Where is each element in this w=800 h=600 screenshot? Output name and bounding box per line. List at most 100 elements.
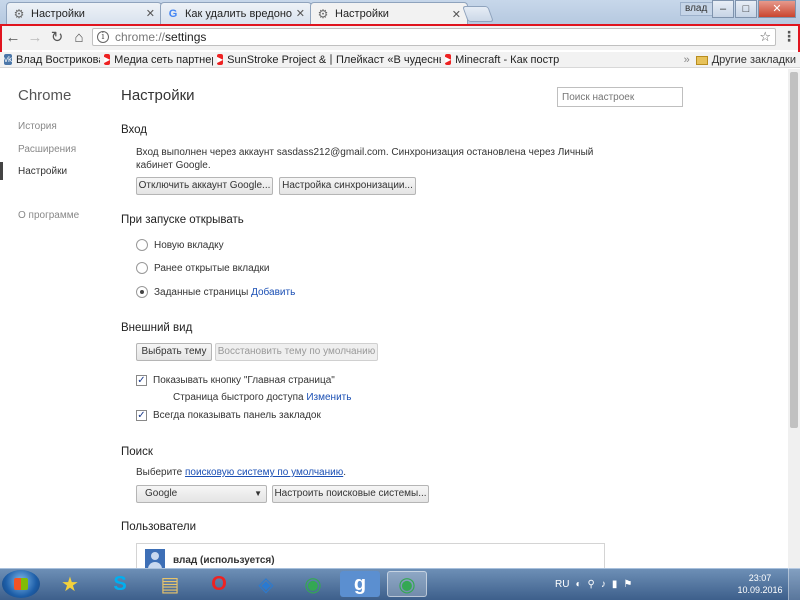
add-pages-link[interactable]: Добавить bbox=[251, 287, 295, 298]
choose-theme-button[interactable]: Выбрать тему bbox=[136, 343, 212, 361]
change-home-link[interactable]: Изменить bbox=[306, 392, 351, 403]
bookmark-item[interactable]: ▶ Minecraft - Как постр bbox=[441, 54, 559, 66]
vk-icon: vk bbox=[4, 54, 12, 65]
signin-text: Вход выполнен через аккаунт sasdass212@g… bbox=[136, 147, 594, 171]
current-user-label[interactable]: влад (используется) bbox=[173, 554, 275, 567]
opera-icon[interactable]: O bbox=[199, 571, 239, 597]
star-app-icon[interactable]: ★ bbox=[50, 571, 90, 597]
radio-specific-pages-label: Заданные страницы bbox=[154, 287, 249, 298]
radio-new-tab[interactable] bbox=[136, 239, 148, 251]
sidebar-item-extensions[interactable]: Расширения bbox=[18, 144, 76, 155]
tab-label: Настройки bbox=[31, 7, 85, 20]
skype-icon[interactable]: S bbox=[100, 571, 140, 597]
scrollbar-thumb[interactable] bbox=[790, 72, 798, 428]
flag-icon[interactable]: ⚑ bbox=[623, 579, 632, 590]
active-indicator bbox=[0, 162, 3, 180]
bookmarks-bar: vk Влад Вострикова ▶ Медиа сеть партнер … bbox=[0, 52, 800, 68]
youtube-icon: ▶ bbox=[217, 54, 224, 65]
tab-google-search[interactable]: G Как удалить вредоносн ✕ bbox=[160, 2, 312, 24]
page-icon bbox=[330, 54, 332, 65]
appearance-heading: Внешний вид bbox=[121, 322, 193, 334]
other-bookmarks[interactable]: » Другие закладки bbox=[684, 52, 796, 68]
tab-settings-1[interactable]: ⚙ Настройки ✕ bbox=[6, 2, 162, 24]
bookmark-label: SunStroke Project & С bbox=[227, 53, 326, 66]
close-icon[interactable]: ✕ bbox=[452, 8, 461, 21]
checkbox-show-home[interactable]: ✓ bbox=[136, 375, 147, 386]
tray-icon[interactable]: ◐ bbox=[575, 579, 581, 590]
close-window-button[interactable]: ✕ bbox=[758, 0, 796, 18]
sidebar-item-settings[interactable]: Настройки bbox=[18, 166, 67, 177]
startup-heading: При запуске открывать bbox=[121, 214, 244, 226]
clock[interactable]: 23:07 10.09.2016 bbox=[736, 572, 784, 596]
youtube-icon: ▶ bbox=[445, 54, 452, 65]
clock-date: 10.09.2016 bbox=[737, 585, 783, 595]
users-list: влад (используется) bbox=[136, 543, 605, 568]
manage-search-engines-button[interactable]: Настроить поисковые системы... bbox=[272, 485, 429, 503]
bookmark-label: Влад Вострикова bbox=[16, 53, 100, 66]
search-heading: Поиск bbox=[121, 446, 153, 458]
checkbox-show-bookmarks[interactable]: ✓ bbox=[136, 410, 147, 421]
sidebar-item-history[interactable]: История bbox=[18, 121, 57, 132]
bookmark-item[interactable]: Плейкаст «В чудесны bbox=[326, 54, 441, 66]
clock-time: 23:07 bbox=[748, 573, 772, 583]
chrome-active-icon[interactable]: ◉ bbox=[387, 571, 427, 597]
search-text-end: . bbox=[343, 467, 346, 478]
other-bookmarks-label: Другие закладки bbox=[711, 54, 796, 66]
language-indicator[interactable]: RU bbox=[555, 579, 569, 590]
start-button[interactable] bbox=[2, 570, 40, 598]
tab-label: Как удалить вредоносн bbox=[185, 7, 292, 20]
tab-label: Настройки bbox=[335, 8, 389, 20]
radio-specific-pages[interactable] bbox=[136, 286, 148, 298]
page-title: Настройки bbox=[121, 87, 195, 104]
speaker-icon[interactable]: ♪ bbox=[601, 579, 606, 590]
users-heading: Пользователи bbox=[121, 521, 197, 533]
chrome-icon[interactable]: ◉ bbox=[293, 571, 333, 597]
show-desktop-button[interactable] bbox=[788, 568, 800, 600]
search-text: Выберите bbox=[136, 467, 183, 478]
search-engine-select[interactable]: Google ▼ bbox=[136, 485, 267, 503]
address-highlight-frame bbox=[0, 24, 800, 54]
radio-continue-label: Ранее открытые вкладки bbox=[154, 263, 270, 274]
settings-search-input[interactable] bbox=[557, 87, 683, 107]
radio-new-tab-label: Новую вкладку bbox=[154, 240, 224, 251]
avatar bbox=[145, 549, 165, 568]
youtube-icon: ▶ bbox=[104, 54, 111, 65]
google-icon: G bbox=[168, 7, 178, 20]
bookmark-label: Плейкаст «В чудесны bbox=[336, 53, 441, 66]
close-icon[interactable]: ✕ bbox=[146, 7, 155, 20]
minimize-button[interactable]: – bbox=[712, 0, 734, 18]
radio-continue[interactable] bbox=[136, 262, 148, 274]
sidebar-item-about[interactable]: О программе bbox=[18, 210, 79, 221]
search-engine-value: Google bbox=[145, 488, 178, 499]
folder-icon bbox=[695, 55, 708, 65]
gear-icon: ⚙ bbox=[13, 6, 25, 21]
new-tab-button[interactable] bbox=[462, 6, 494, 22]
signin-heading: Вход bbox=[121, 124, 148, 136]
reset-theme-button[interactable]: Восстановить тему по умолчанию bbox=[215, 343, 378, 361]
file-explorer-icon[interactable]: ▤ bbox=[150, 571, 190, 597]
settings-page: Chrome История Расширения Настройки О пр… bbox=[0, 69, 788, 568]
bookmark-item[interactable]: ▶ Медиа сеть партнер bbox=[100, 54, 213, 66]
game-launcher-icon[interactable]: ◈ bbox=[246, 571, 286, 597]
chevron-double-icon[interactable]: » bbox=[684, 54, 690, 66]
maximize-button[interactable]: □ bbox=[735, 0, 757, 18]
tray-icon[interactable]: ⚲ bbox=[588, 579, 595, 590]
show-home-label: Показывать кнопку "Главная страница" bbox=[153, 375, 335, 386]
system-tray: RU ◐ ⚲ ♪ ▮ ⚑ bbox=[555, 571, 638, 597]
network-icon[interactable]: ▮ bbox=[612, 579, 618, 590]
gear-icon: ⚙ bbox=[317, 7, 329, 21]
tab-settings-active[interactable]: ⚙ Настройки ✕ bbox=[310, 2, 468, 25]
sidebar-title: Chrome bbox=[18, 87, 72, 104]
quick-access-label: Страница быстрого доступа bbox=[173, 392, 304, 403]
g-app-icon[interactable]: g bbox=[340, 571, 380, 597]
sync-settings-button[interactable]: Настройка синхронизации... bbox=[279, 177, 416, 195]
default-search-link[interactable]: поисковую систему по умолчанию bbox=[185, 467, 343, 478]
bookmark-item[interactable]: ▶ SunStroke Project & С bbox=[213, 54, 326, 66]
dropdown-arrow-icon: ▼ bbox=[254, 489, 262, 498]
bookmark-label: Медиа сеть партнер bbox=[114, 53, 213, 66]
show-bookmarks-label: Всегда показывать панель закладок bbox=[153, 410, 321, 421]
close-icon[interactable]: ✕ bbox=[296, 7, 305, 20]
bookmark-item[interactable]: vk Влад Вострикова bbox=[0, 54, 100, 66]
bookmark-label: Minecraft - Как постр bbox=[455, 53, 559, 66]
disconnect-account-button[interactable]: Отключить аккаунт Google... bbox=[136, 177, 273, 195]
